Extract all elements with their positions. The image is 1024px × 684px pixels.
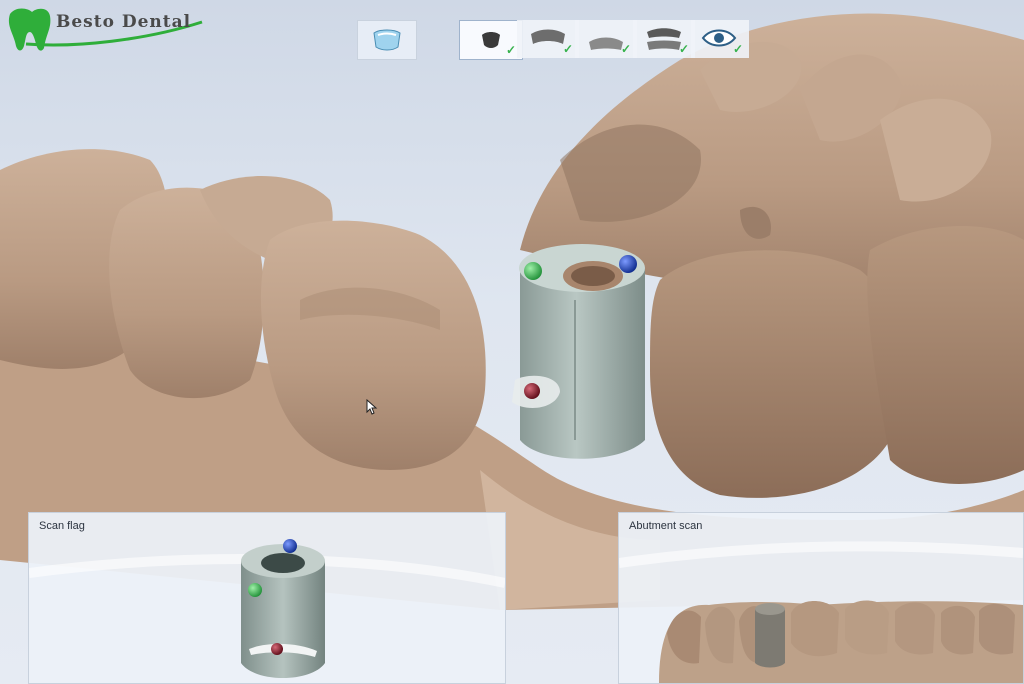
step-complete-check-icon: ✓: [620, 42, 631, 56]
abutment-scan-preview[interactable]: [619, 513, 1023, 683]
tooth-right-2[interactable]: [867, 226, 1024, 484]
abutment-scan-panel[interactable]: Abutment scan: [618, 512, 1024, 684]
scan-flag-preview[interactable]: [29, 513, 505, 683]
scan-flag-green-marker[interactable]: [524, 262, 542, 280]
panel-blue-marker[interactable]: [283, 539, 297, 553]
step-complete-check-icon: ✓: [732, 42, 743, 56]
logo-text: Besto Dental: [56, 12, 192, 32]
scan-flag-panel[interactable]: Scan flag: [28, 512, 506, 684]
panel-red-marker[interactable]: [271, 643, 283, 655]
scan-tray-button[interactable]: [357, 20, 417, 60]
panel-green-marker[interactable]: [248, 583, 262, 597]
step-complete-check-icon: ✓: [562, 42, 573, 56]
step-upper-jaw[interactable]: ✓: [517, 20, 579, 58]
step-complete-check-icon: ✓: [678, 42, 689, 56]
tooth-right-1[interactable]: [650, 250, 900, 498]
workflow-steps: ✓ ✓ ✓ ✓ ✓: [459, 20, 749, 60]
scan-flag-blue-marker[interactable]: [619, 255, 637, 273]
mouse-cursor-icon: [366, 399, 378, 415]
step-scan-body[interactable]: ✓: [459, 20, 523, 60]
step-lower-jaw[interactable]: ✓: [575, 20, 637, 58]
step-bite[interactable]: ✓: [633, 20, 695, 58]
scan-tray-icon: [373, 29, 401, 51]
brand-logo: Besto Dental: [6, 4, 206, 52]
step-complete-check-icon: ✓: [505, 43, 516, 57]
scan-flag-red-marker[interactable]: [524, 383, 540, 399]
step-preview[interactable]: ✓: [691, 20, 749, 58]
